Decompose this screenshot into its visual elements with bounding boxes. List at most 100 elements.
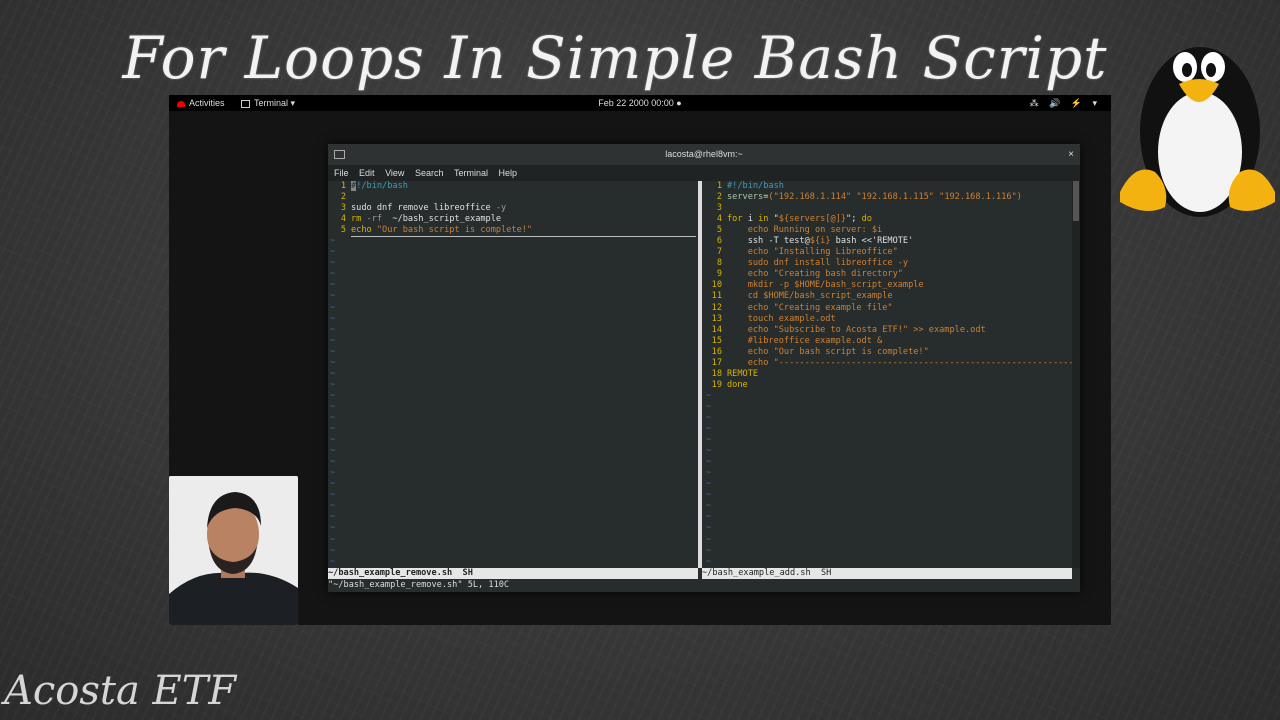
empty-line-tilde: ~: [330, 258, 336, 269]
menu-file[interactable]: File: [334, 168, 349, 178]
code-token: bash <<'REMOTE': [830, 236, 914, 247]
code-line[interactable]: 3 sudo dnf remove libreoffice -y: [328, 203, 696, 214]
empty-line-tilde: ~: [330, 280, 336, 291]
code-line[interactable]: 7 echo "Installing Libreoffice": [704, 247, 1072, 258]
code-text: touch example.odt: [727, 314, 836, 324]
code-text: REMOTE: [727, 369, 758, 379]
empty-line-tilde: ~: [330, 490, 336, 501]
code-token: "Our bash script is complete!": [376, 225, 533, 236]
close-icon[interactable]: ×: [1068, 144, 1074, 165]
system-tray[interactable]: ⁂ 🔊 ⚡ ▾: [1030, 95, 1101, 111]
code-token: echo "Creating bash directory": [727, 269, 903, 280]
code-text: sudo dnf remove libreoffice -y: [351, 203, 506, 213]
empty-line-tilde: ~: [330, 446, 336, 457]
clock[interactable]: Feb 22 2000 00:00 ●: [169, 95, 1111, 111]
empty-line-tilde: ~: [706, 523, 712, 534]
code-line[interactable]: 3: [704, 203, 1072, 214]
code-line[interactable]: 2: [328, 192, 696, 203]
code-line[interactable]: 18 REMOTE: [704, 369, 1072, 380]
code-token: echo Running on server: $i: [727, 225, 883, 236]
code-line[interactable]: 15 #libreoffice example.odt &: [704, 336, 1072, 347]
empty-line-tilde: ~: [330, 545, 336, 556]
code-line[interactable]: 11 cd $HOME/bash_script_example: [704, 291, 1072, 302]
line-number: 17: [711, 357, 722, 368]
menu-search[interactable]: Search: [415, 168, 444, 178]
line-number: 15: [711, 335, 722, 346]
line-number: 3: [340, 203, 346, 214]
scrollbar-thumb[interactable]: [1073, 181, 1079, 221]
code-line[interactable]: 16 echo "Our bash script is complete!": [704, 347, 1072, 358]
empty-line-tilde: ~: [706, 556, 712, 567]
line-number: 1: [716, 181, 722, 191]
empty-line-tilde: ~: [330, 390, 336, 401]
menu-edit[interactable]: Edit: [359, 168, 375, 178]
terminal-menubar: File Edit View Search Terminal Help: [328, 165, 1080, 181]
code-line[interactable]: 8 sudo dnf install libreoffice -y: [704, 258, 1072, 269]
code-line[interactable]: 1 #!/bin/bash: [328, 181, 696, 192]
video-title: For Loops In Simple Bash Script: [122, 24, 1108, 92]
code-line[interactable]: 4 for i in "${servers[@]}"; do: [704, 214, 1072, 225]
line-number: 12: [711, 302, 722, 313]
empty-line-tilde: ~: [330, 435, 336, 446]
code-line[interactable]: 5 echo Running on server: $i: [704, 225, 1072, 236]
code-line[interactable]: 2 servers=("192.168.1.114" "192.168.1.115…: [704, 192, 1072, 203]
code-text: for i in "${servers[@]}"; do: [727, 214, 872, 224]
code-line[interactable]: 10 mkdir -p $HOME/bash_script_example: [704, 280, 1072, 291]
empty-line-tilde: ~: [706, 512, 712, 523]
terminal-scrollbar[interactable]: [1072, 181, 1080, 568]
empty-line-tilde: ~: [330, 512, 336, 523]
line-number: 4: [340, 214, 346, 225]
empty-line-tilde: ~: [706, 501, 712, 512]
code-token: do: [861, 214, 872, 225]
empty-line-tilde: ~: [330, 379, 336, 390]
tux-penguin-logo: [1120, 47, 1275, 217]
terminal-titlebar[interactable]: lacosta@rhel8vm:~ ×: [328, 144, 1080, 165]
code-token: #libreoffice example.odt &: [727, 335, 883, 346]
menu-view[interactable]: View: [385, 168, 404, 178]
gnome-top-bar: Activities Terminal ▾ Feb 22 2000 00:00 …: [169, 95, 1111, 111]
code-line[interactable]: 9 echo "Creating bash directory": [704, 269, 1072, 280]
code-line[interactable]: 14 echo "Subscribe to Acosta ETF!" >> ex…: [704, 325, 1072, 336]
code-line[interactable]: 1 #!/bin/bash: [704, 181, 1072, 192]
empty-line-tilde: ~: [330, 291, 336, 302]
vim-split-divider[interactable]: [698, 181, 702, 568]
menu-help[interactable]: Help: [499, 168, 518, 178]
menu-terminal[interactable]: Terminal: [454, 168, 488, 178]
code-text: echo "Our bash script is complete!": [727, 347, 929, 357]
code-line[interactable]: 5 echo "Our bash script is complete!": [328, 225, 696, 238]
vim-status-left: ~/bash_example_remove.sh SH: [328, 568, 698, 579]
code-token: for: [727, 214, 743, 225]
empty-line-tilde: ~: [706, 534, 712, 545]
empty-line-tilde: ~: [330, 302, 336, 313]
vim-left-pane[interactable]: 1 #!/bin/bash 2 3 sudo dnf remove libreoffic…: [328, 181, 696, 568]
empty-line-tilde: ~: [706, 390, 712, 401]
code-token: ("192.168.1.114" "192.168.1.115" "192.16…: [768, 192, 1022, 203]
line-number: 5: [716, 225, 722, 236]
line-number: 19: [711, 379, 722, 390]
vim-command-line[interactable]: "~/bash_example_remove.sh" 5L, 110C: [328, 579, 1080, 592]
code-text: echo "Installing Libreoffice": [727, 247, 898, 257]
empty-line-tilde: ~: [330, 468, 336, 479]
code-line[interactable]: 6 ssh -T test@${i} bash <<'REMOTE': [704, 236, 1072, 247]
empty-line-tilde: ~: [330, 457, 336, 468]
vim-right-pane[interactable]: 1 #!/bin/bash 2 servers=("192.168.1.114" "1…: [704, 181, 1072, 568]
code-line[interactable]: 4 rm -rf ~/bash_script_example: [328, 214, 696, 225]
code-token: i: [742, 214, 759, 225]
empty-line-tilde: ~: [706, 457, 712, 468]
code-token: servers: [727, 192, 764, 203]
channel-watermark: Acosta ETF: [4, 668, 237, 714]
webcam-overlay: [169, 476, 298, 625]
code-line[interactable]: 19 done: [704, 380, 1072, 391]
empty-line-tilde: ~: [330, 501, 336, 512]
code-text: echo "Creating bash directory": [727, 269, 903, 279]
code-line[interactable]: 17 echo "-------------------------------…: [704, 358, 1072, 369]
code-token: -y: [495, 203, 507, 214]
code-token: rm: [351, 214, 362, 225]
code-token: -rf: [361, 214, 388, 225]
empty-line-tilde: ~: [706, 479, 712, 490]
code-line[interactable]: 12 echo "Creating example file": [704, 303, 1072, 314]
empty-line-tilde: ~: [706, 435, 712, 446]
code-line[interactable]: 13 touch example.odt: [704, 314, 1072, 325]
code-text: mkdir -p $HOME/bash_script_example: [727, 280, 924, 290]
line-number: 4: [716, 214, 722, 225]
